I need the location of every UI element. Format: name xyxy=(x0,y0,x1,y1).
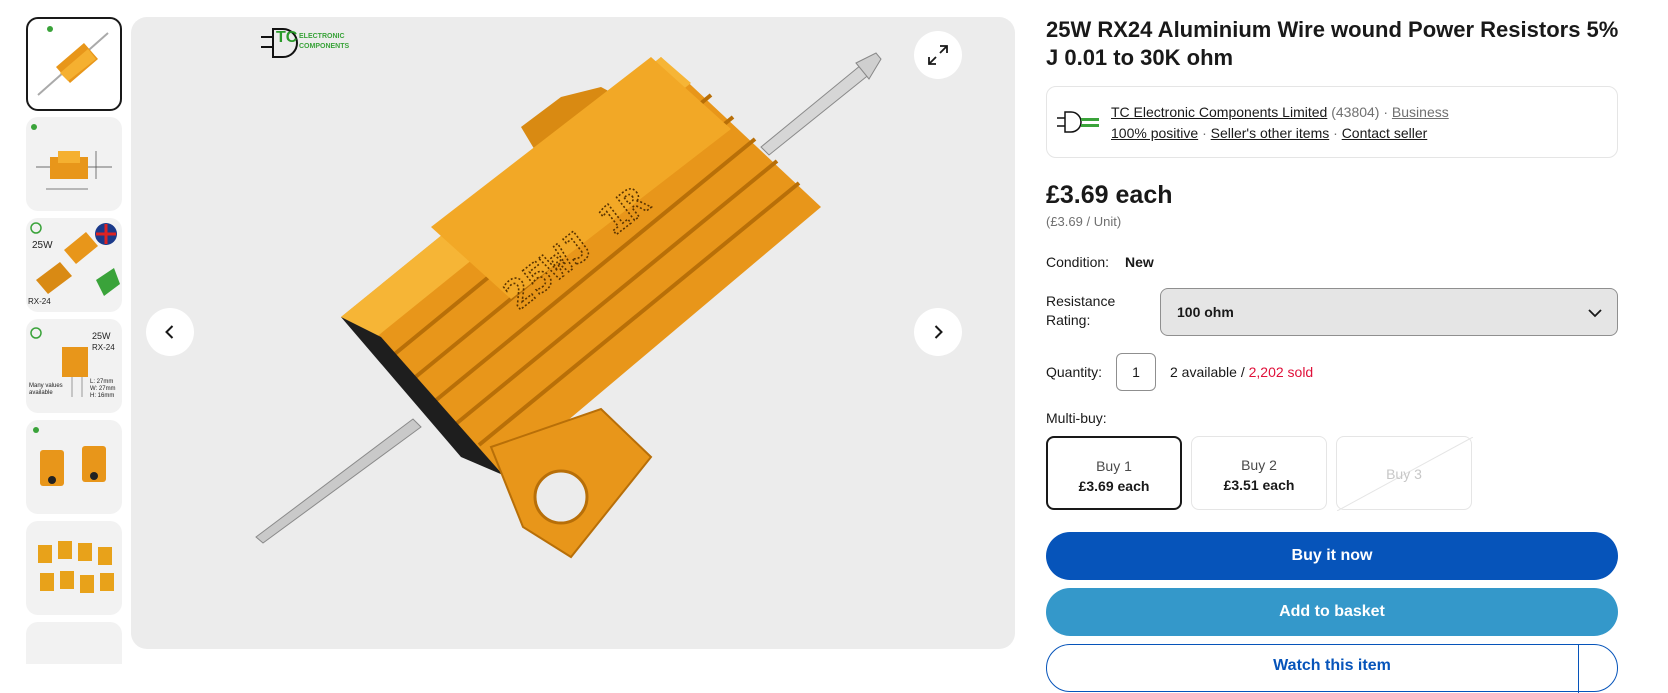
resistor-photo: 25WJ 1R xyxy=(255,52,882,559)
thumbnail-caption: Many values available xyxy=(29,383,63,396)
thumbnail-2[interactable] xyxy=(26,117,122,211)
multibuy-tile-2[interactable]: Buy 2 £3.51 each xyxy=(1191,436,1327,510)
resistor-pack-thumbnail xyxy=(38,541,114,593)
seller-info: TC Electronic Components Limited (43804)… xyxy=(1111,104,1449,120)
seller-links: 100% positive · Seller's other items · C… xyxy=(1111,125,1427,141)
watch-label: Watch this item xyxy=(1273,657,1391,674)
logo-line2: COMPONENTS xyxy=(299,43,350,50)
watch-item-button[interactable]: Watch this item xyxy=(1046,644,1618,693)
buy-it-now-button[interactable]: Buy it now xyxy=(1046,532,1618,580)
logo-mark: TC xyxy=(276,29,298,46)
thumbnail-caption: RX-24 xyxy=(28,297,51,306)
multibuy-label: Multi-buy: xyxy=(1046,410,1107,426)
unit-price: (£3.69 / Unit) xyxy=(1046,214,1122,229)
thumbnail-caption: 25W xyxy=(92,331,111,341)
resistor-thumbnail-image xyxy=(37,26,109,96)
separator-dot: · xyxy=(1383,104,1389,120)
multibuy-qty: Buy 2 xyxy=(1241,457,1277,473)
next-image-button[interactable] xyxy=(914,308,962,356)
multibuy-tile-3-disabled: Buy 3 xyxy=(1336,436,1473,511)
expand-icon xyxy=(928,45,948,65)
available-count: 2 available / xyxy=(1170,364,1245,380)
watch-divider xyxy=(1578,645,1579,693)
thumbnail-5[interactable] xyxy=(26,420,122,514)
product-details: 25W RX24 Aluminium Wire wound Power Resi… xyxy=(1046,0,1668,693)
seller-name-link[interactable]: TC Electronic Components Limited xyxy=(1111,104,1327,120)
thumbnail-strip: 25W RX-24 25W RX-24 Many values availabl… xyxy=(26,17,124,664)
multibuy-price: £3.51 each xyxy=(1223,477,1295,493)
main-product-image[interactable]: 25WJ 1R TC ELECTRONIC COMPONENTS xyxy=(131,17,1015,649)
thumbnail-6[interactable] xyxy=(26,521,122,615)
logo-line1: ELECTRONIC xyxy=(299,33,345,40)
previous-image-button[interactable] xyxy=(146,308,194,356)
multibuy-tile-1[interactable]: Buy 1 £3.69 each xyxy=(1046,436,1182,510)
add-to-basket-button[interactable]: Add to basket xyxy=(1046,588,1618,636)
two-resistors-thumbnail xyxy=(33,427,106,486)
chevron-down-icon xyxy=(1588,309,1602,318)
quantity-input[interactable] xyxy=(1116,353,1156,391)
quantity-label: Quantity: xyxy=(1046,364,1103,380)
thumbnail-3[interactable]: 25W RX-24 xyxy=(26,218,122,312)
thumbnail-4[interactable]: 25W RX-24 Many values available L: 27mm … xyxy=(26,319,122,413)
seller-other-items-link[interactable]: Seller's other items xyxy=(1211,125,1330,141)
separator-dot: · xyxy=(1202,125,1207,141)
thumbnail-7[interactable] xyxy=(26,622,122,664)
multibuy-qty: Buy 1 xyxy=(1096,458,1132,474)
resistance-label: Resistance Rating: xyxy=(1046,293,1116,328)
availability: 2 available / 2,202 sold xyxy=(1170,364,1313,380)
brand-logo: TC ELECTRONIC COMPONENTS xyxy=(261,25,361,65)
fullscreen-button[interactable] xyxy=(914,31,962,79)
resistor-dimensions-thumbnail xyxy=(31,124,112,190)
resistance-select[interactable]: 100 ohm xyxy=(1160,288,1618,336)
contact-seller-link[interactable]: Contact seller xyxy=(1342,125,1428,141)
multibuy-qty: Buy 3 xyxy=(1386,466,1422,482)
thumbnail-caption: 25W xyxy=(32,240,53,251)
chevron-left-icon xyxy=(165,325,174,339)
resistance-selected-value: 100 ohm xyxy=(1177,304,1234,320)
price: £3.69 each xyxy=(1046,181,1173,209)
seller-card: TC Electronic Components Limited (43804)… xyxy=(1046,86,1618,158)
business-seller-link[interactable]: Business xyxy=(1392,104,1449,120)
feedback-count: (43804) xyxy=(1331,104,1380,120)
chevron-right-icon xyxy=(934,325,943,339)
product-title: 25W RX24 Aluminium Wire wound Power Resi… xyxy=(1046,17,1619,70)
multibuy-price: £3.69 each xyxy=(1078,478,1150,494)
condition-value: New xyxy=(1125,254,1154,270)
thumbnail-1[interactable] xyxy=(26,17,122,111)
sold-count: 2,202 sold xyxy=(1248,364,1314,380)
thumbnail-caption: RX-24 xyxy=(92,343,115,352)
seller-logo-icon xyxy=(1057,111,1099,133)
separator-dot: · xyxy=(1333,125,1338,141)
thumbnail-caption: L: 27mm W: 27mm H: 16mm xyxy=(90,379,116,399)
positive-feedback-link[interactable]: 100% positive xyxy=(1111,125,1198,141)
condition-label: Condition: xyxy=(1046,254,1110,270)
